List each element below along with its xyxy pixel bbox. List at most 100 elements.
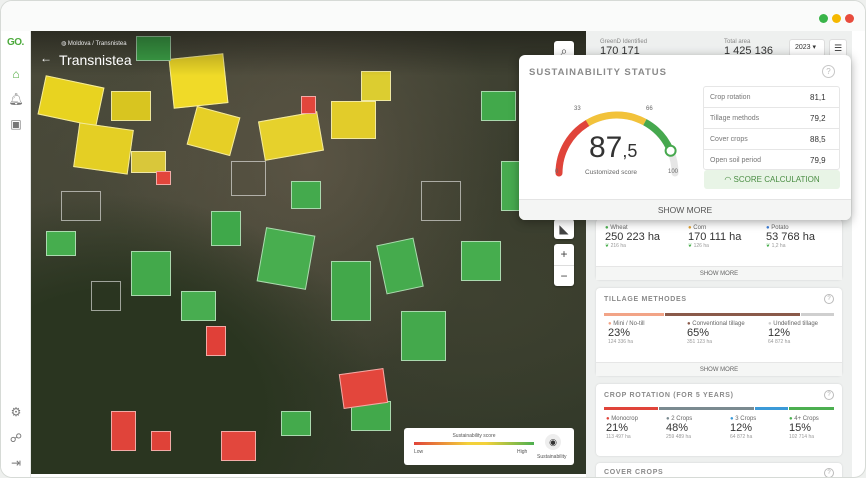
crop-stat-wheat: ● Wheat 250 223 ha ❦ 216 ha [605, 225, 661, 249]
metrics-table: Crop rotation 81,1 Tillage methods 79,2 … [703, 86, 840, 170]
score-calculation-button[interactable]: ◠ SCORE CALCULATION [704, 170, 840, 189]
crops-show-more-button[interactable]: SHOW MORE [596, 266, 842, 280]
rotation-bar-segment [604, 407, 658, 410]
field-parcel[interactable] [37, 75, 105, 127]
rotation-bar-segment [659, 407, 754, 410]
field-parcel[interactable] [221, 431, 256, 461]
zoom-control: + − [554, 244, 574, 286]
field-parcel[interactable] [206, 326, 226, 356]
crop-rotation-card: CROP ROTATION (FOR 5 YEARS) ? ● Monocrop… [596, 384, 842, 456]
zoom-out-button[interactable]: − [554, 265, 574, 286]
tillage-title: TILLAGE METHODES [604, 296, 687, 303]
field-parcel[interactable] [301, 96, 316, 114]
rotation-stat-2crops: ● 2 Crops 48% 259 489 ha [666, 416, 693, 440]
field-parcel[interactable] [331, 101, 376, 139]
tillage-stat-notill: ● Mini / No-till 23% 124 336 ha [608, 321, 645, 345]
field-parcel[interactable] [461, 241, 501, 281]
year-value: 2023 [795, 44, 811, 51]
field-parcel[interactable] [376, 237, 424, 295]
tillage-bar-segment [665, 313, 800, 316]
metric-row: Open soil period 79,9 [710, 156, 826, 165]
title-bar [1, 1, 865, 31]
logout-icon[interactable]: ⇥ [8, 455, 24, 471]
crop-stat-potato: ● Potato 53 768 ha ❦ 1,2 ha [766, 225, 815, 249]
score-caption: Customized score [585, 169, 638, 176]
field-parcel[interactable] [281, 411, 311, 436]
window-dot-green[interactable] [819, 14, 828, 23]
crops-card: ● Wheat 250 223 ha ❦ 216 ha ● Corn 170 1… [596, 219, 842, 280]
rotation-bar-segment [755, 407, 788, 410]
field-parcel[interactable] [231, 161, 266, 196]
metric-row: Cover crops 88,5 [704, 129, 839, 150]
gallery-icon[interactable]: ▣ [8, 116, 24, 132]
speedometer-icon: ◠ [724, 175, 734, 184]
help-icon[interactable]: ? [824, 390, 834, 400]
tillage-bar-segment [801, 313, 834, 316]
cover-crops-card: COVER CROPS ? [596, 463, 842, 477]
layer-toggle-icon[interactable]: ◉ [545, 434, 561, 450]
help-icon[interactable]: ? [824, 294, 834, 304]
field-parcel[interactable] [156, 171, 171, 185]
gauge-t2-label: 66 [646, 106, 653, 112]
gauge-marker [664, 144, 677, 157]
sustainability-status-popup: SUSTAINABILITY STATUS ? 0 33 66 100 87,5… [519, 55, 851, 220]
field-parcel[interactable] [331, 261, 371, 321]
metric-row: Tillage methods 79,2 [704, 108, 839, 129]
tillage-bar-segment [604, 313, 664, 316]
window-dot-yellow[interactable] [832, 14, 841, 23]
field-parcel[interactable] [73, 122, 134, 175]
crop-stat-corn: ● Corn 170 111 ha ❦ 126 ha [688, 225, 742, 249]
settings-icon[interactable]: ⚙ [8, 404, 24, 420]
help-icon[interactable]: ? [822, 65, 835, 78]
chevron-down-icon: ▾ [812, 44, 817, 51]
measure-tool-button[interactable]: ◣ [554, 219, 574, 239]
field-parcel[interactable] [291, 181, 321, 209]
legend-gradient [414, 442, 534, 445]
app-logo[interactable]: GO. [7, 37, 24, 48]
back-arrow-icon[interactable]: ← [40, 51, 52, 65]
bell-icon[interactable]: 🔔︎ [8, 91, 24, 107]
gauge-t1-label: 33 [574, 106, 581, 112]
rotation-bar-segment [789, 407, 834, 410]
tillage-stat-conventional: ● Conventional tillage 65% 351 123 ha [687, 321, 745, 345]
layer-toggle-label: Sustainability [537, 454, 567, 460]
legend-title: Sustainability score [452, 433, 496, 439]
field-parcel[interactable] [151, 431, 171, 451]
field-parcel[interactable] [186, 105, 241, 157]
tillage-stat-undefined: ● Undefined tillage 12% 64 872 ha [768, 321, 818, 345]
field-parcel[interactable] [421, 181, 461, 221]
page-title: Transnistea [59, 52, 132, 68]
field-parcel[interactable] [401, 311, 446, 361]
field-parcel[interactable] [481, 91, 516, 121]
field-parcel[interactable] [131, 251, 171, 296]
zoom-in-button[interactable]: + [554, 244, 574, 265]
field-parcel[interactable] [111, 91, 151, 121]
field-parcel[interactable] [131, 151, 166, 173]
field-parcel[interactable] [111, 411, 136, 451]
gauge-min-label: 0 [555, 169, 559, 175]
field-parcel[interactable] [338, 368, 389, 409]
metric-row: Crop rotation 81,1 [704, 87, 839, 108]
field-parcel[interactable] [211, 211, 241, 246]
cover-crops-title: COVER CROPS [604, 469, 664, 476]
field-parcel[interactable] [256, 227, 316, 290]
field-parcel[interactable] [46, 231, 76, 256]
users-icon[interactable]: ☍ [8, 430, 24, 446]
gauge-red-arc [555, 119, 591, 177]
home-icon[interactable]: ⌂ [8, 66, 24, 82]
tillage-show-more-button[interactable]: SHOW MORE [596, 362, 842, 376]
field-parcel[interactable] [61, 191, 101, 221]
legend-high: High [517, 449, 528, 455]
popup-show-more-button[interactable]: SHOW MORE [519, 199, 851, 220]
satellite-map[interactable]: ← ◍ Moldova / Transnistea Transnistea ⌕ … [31, 31, 586, 474]
field-parcel[interactable] [181, 291, 216, 321]
rotation-title: CROP ROTATION (FOR 5 YEARS) [604, 392, 734, 399]
window-dot-red[interactable] [845, 14, 854, 23]
gauge-max-label: 100 [668, 169, 679, 175]
field-parcel[interactable] [91, 281, 121, 311]
rotation-stat-4crops: ● 4+ Crops 15% 102 714 ha [789, 416, 819, 440]
field-parcel[interactable] [257, 111, 325, 161]
breadcrumb[interactable]: ◍ Moldova / Transnistea [61, 40, 127, 47]
help-icon[interactable]: ? [824, 468, 834, 477]
map-legend: Sustainability score Low High ◉ Sustaina… [404, 428, 574, 465]
